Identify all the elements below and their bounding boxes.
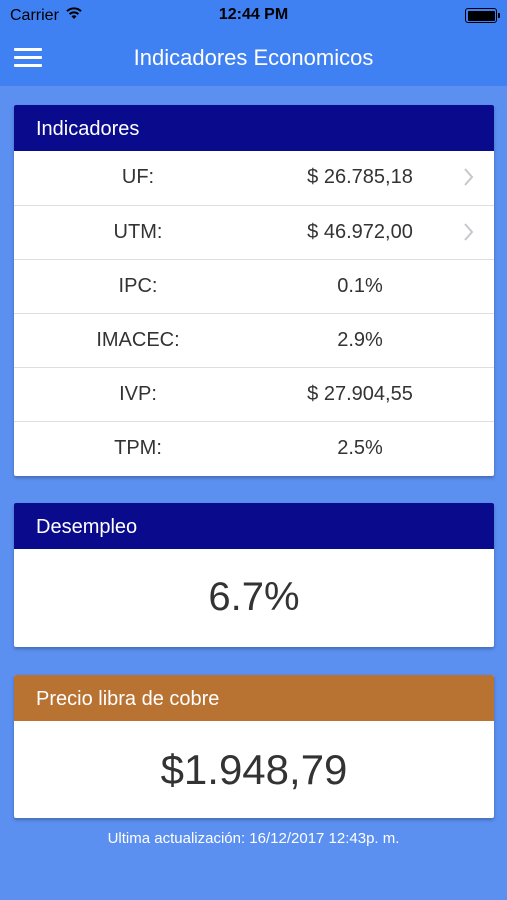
status-bar: Carrier 12:44 PM [0,0,507,30]
desempleo-header: Desempleo [14,503,494,549]
desempleo-card: Desempleo 6.7% [14,503,494,647]
page-title: Indicadores Economicos [133,45,374,70]
indicator-row-imacec: IMACEC: 2.9% [14,313,494,367]
indicator-row-uf[interactable]: UF: $ 26.785,18 [14,151,494,205]
indicator-label: IMACEC: [96,329,180,351]
indicator-label: TPM: [114,437,162,459]
last-update-text: Ultima actualización: 16/12/2017 12:43p.… [107,830,400,847]
indicator-list: UF: $ 26.785,18 UTM: $ 46.972,00 IPC: 0.… [14,151,494,475]
desempleo-value: 6.7% [208,575,300,619]
indicator-label: UF: [121,166,155,188]
indicator-label: IVP: [119,383,157,405]
indicator-row-utm[interactable]: UTM: $ 46.972,00 [14,205,494,259]
status-time: 12:44 PM [218,6,289,23]
indicadores-card: Indicadores UF: $ 26.785,18 UTM: $ 46.97… [14,105,494,476]
indicator-value: $ 27.904,55 [307,383,413,405]
indicator-row-ivp: IVP: $ 27.904,55 [14,367,494,421]
indicadores-header: Indicadores [14,105,494,151]
indicator-label: IPC: [118,275,158,297]
battery-icon [465,8,500,23]
nav-bar: Indicadores Economicos [0,30,507,86]
indicator-value: 2.5% [337,437,383,459]
indicator-value: $ 46.972,00 [307,221,413,243]
indicator-value: $ 26.785,18 [307,166,413,188]
chevron-right-icon [464,223,474,241]
indicator-value: 2.9% [337,329,383,351]
indicator-row-tpm: TPM: 2.5% [14,421,494,475]
cobre-value: $1.948,79 [160,746,348,793]
indicator-value: 0.1% [337,275,383,297]
chevron-right-icon [464,168,474,186]
indicator-row-ipc: IPC: 0.1% [14,259,494,313]
cobre-card: Precio libra de cobre $1.948,79 [14,675,494,818]
cobre-header: Precio libra de cobre [14,675,494,721]
indicator-label: UTM: [113,221,163,243]
